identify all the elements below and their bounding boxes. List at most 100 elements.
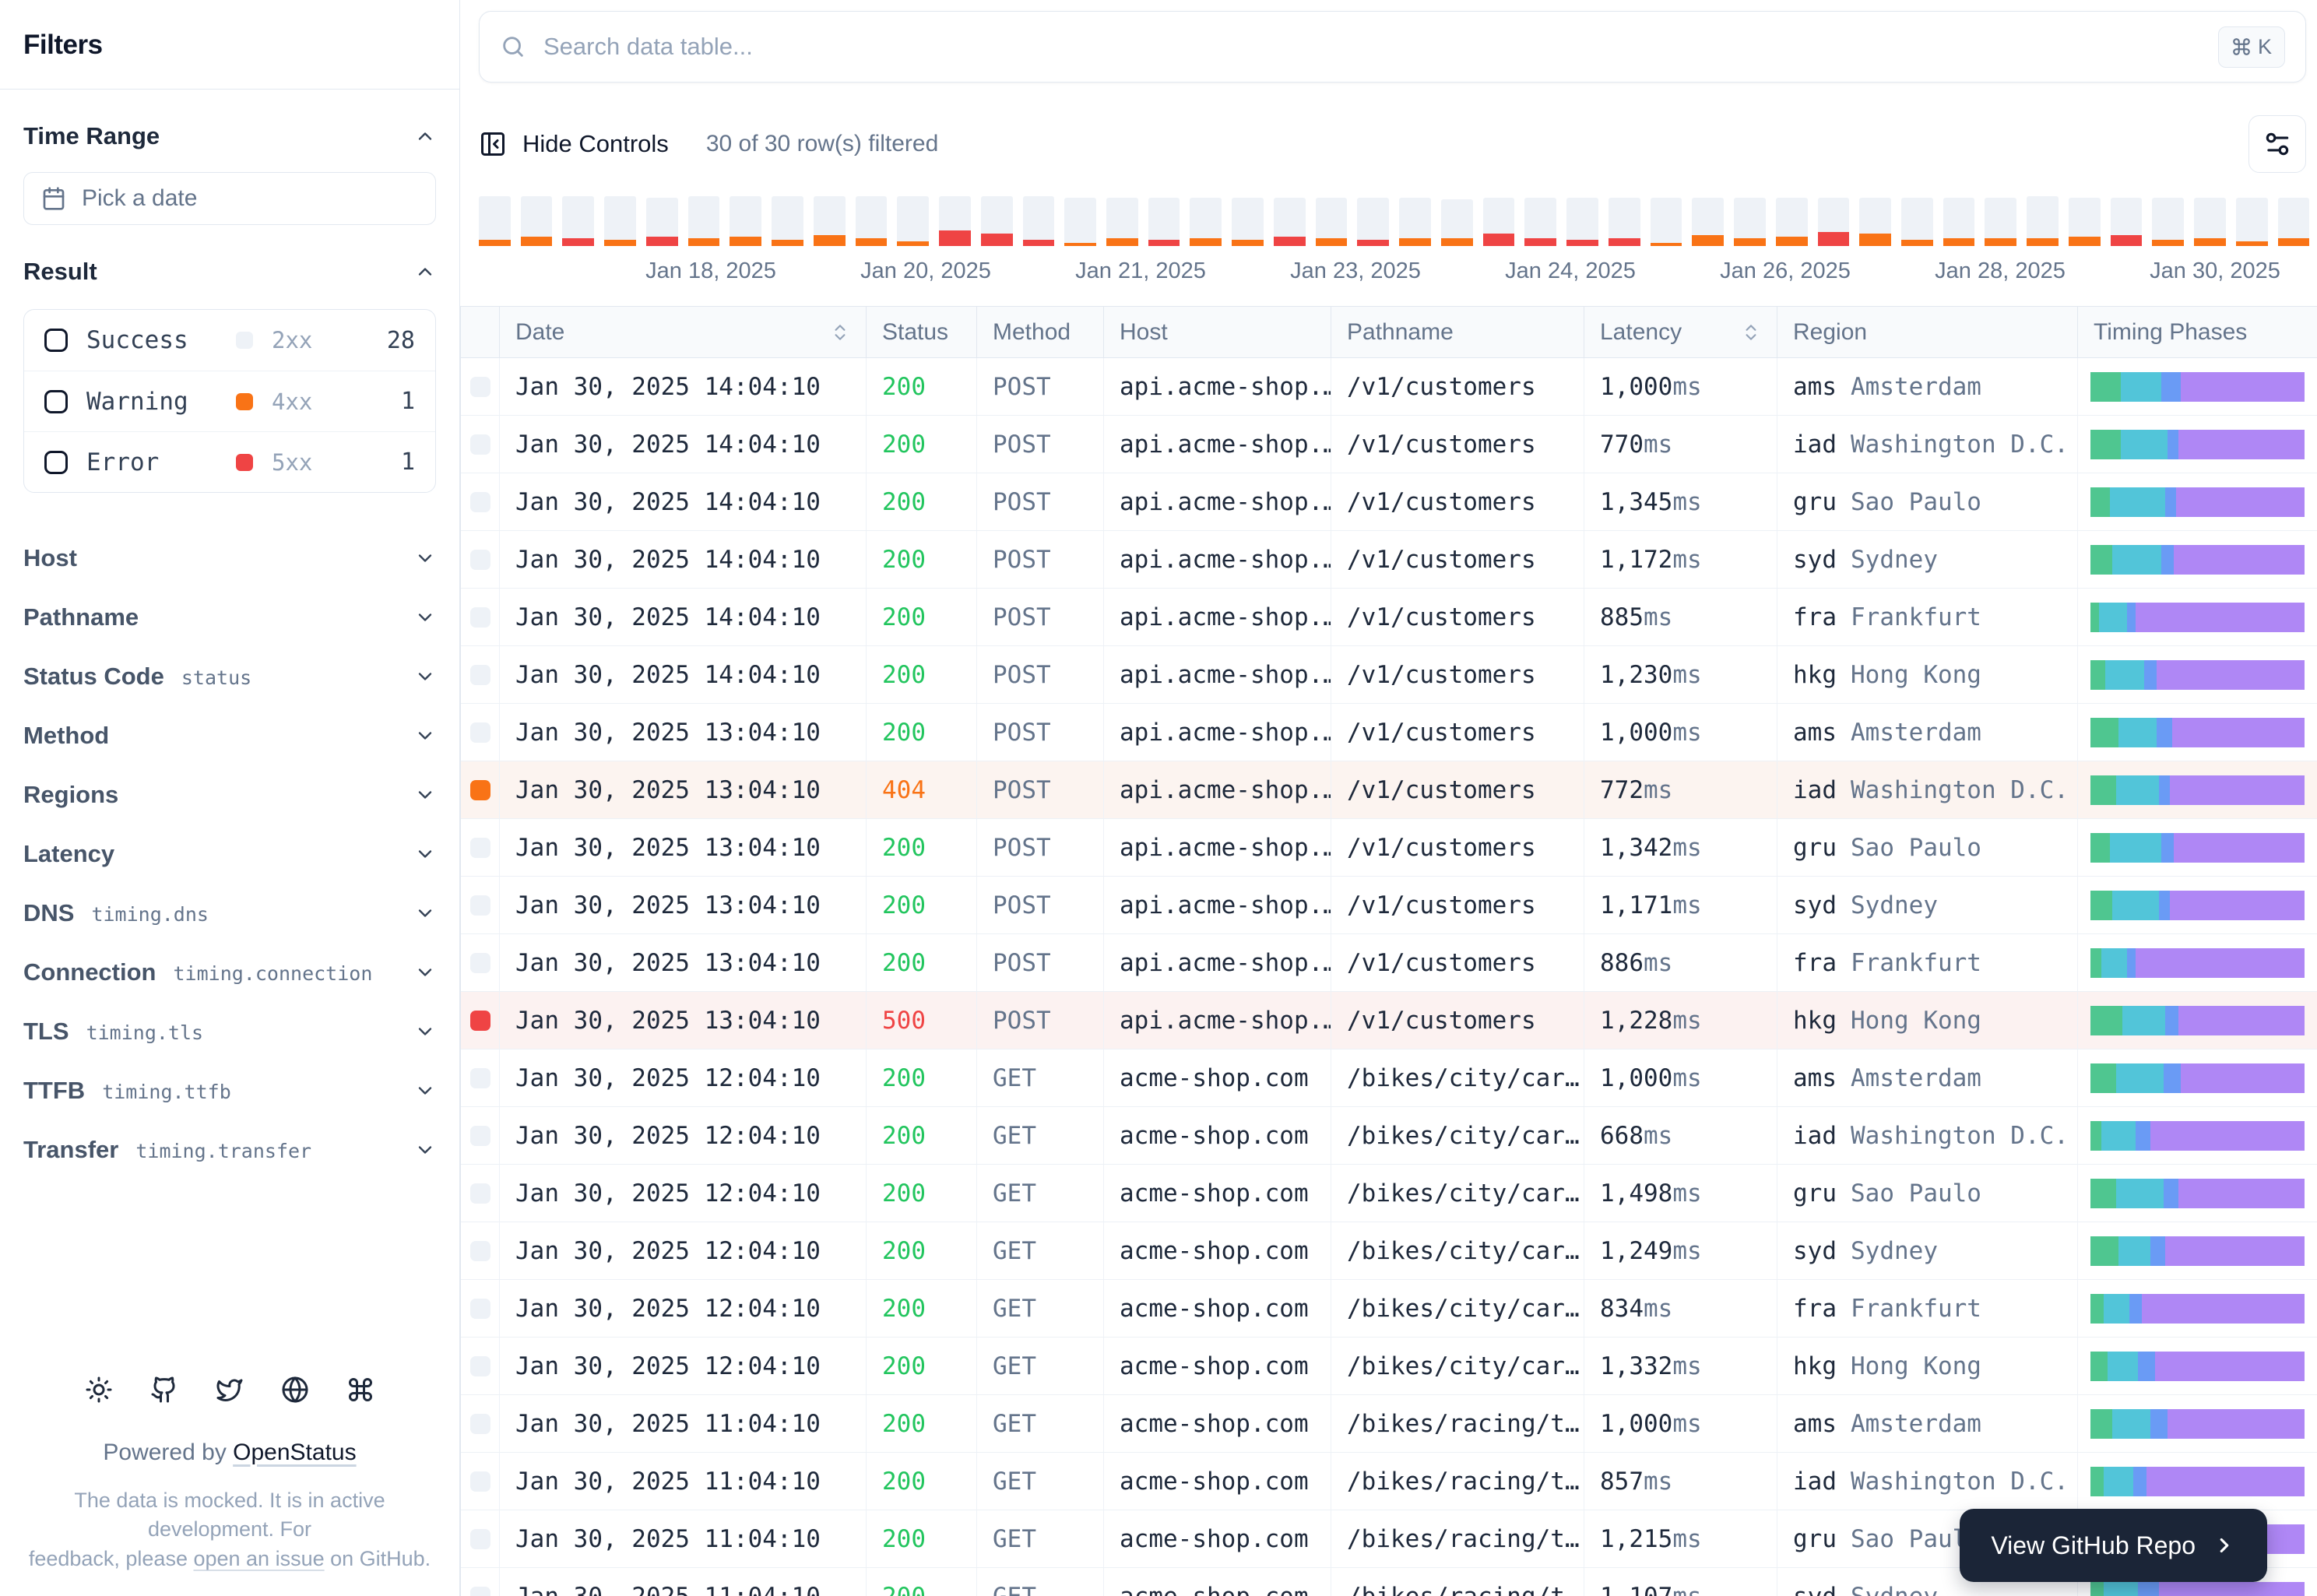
header-timing-phases[interactable]: Timing Phases — [2078, 307, 2317, 357]
row-level-indicator[interactable] — [469, 895, 490, 916]
histogram-bar[interactable] — [1315, 198, 1348, 246]
table-row[interactable]: Jan 30, 2025 13:04:10 200 POST api.acme-… — [461, 877, 2317, 934]
histogram-bar[interactable] — [479, 196, 511, 246]
histogram-bar[interactable] — [1650, 198, 1682, 246]
result-checkbox[interactable] — [44, 389, 68, 413]
histogram-bar[interactable] — [520, 196, 553, 246]
filter-accordion-item[interactable]: Regions — [23, 765, 436, 824]
histogram-bar[interactable] — [1482, 198, 1515, 246]
openstatus-link[interactable]: OpenStatus — [233, 1440, 356, 1465]
histogram-bar[interactable] — [1608, 198, 1640, 246]
row-level-indicator[interactable] — [469, 1010, 490, 1031]
row-level-indicator[interactable] — [469, 1298, 490, 1319]
header-method[interactable]: Method — [977, 307, 1104, 357]
date-picker-button[interactable]: Pick a date — [23, 172, 436, 225]
histogram-bar[interactable] — [1692, 198, 1725, 246]
filter-accordion-item[interactable]: Pathname — [23, 588, 436, 647]
row-level-indicator[interactable] — [469, 1471, 490, 1492]
histogram-bar[interactable] — [1524, 198, 1557, 246]
table-row[interactable]: Jan 30, 2025 12:04:10 200 GET acme-shop.… — [461, 1280, 2317, 1338]
histogram-bar[interactable] — [939, 196, 971, 246]
histogram-bar[interactable] — [2277, 198, 2310, 246]
table-row[interactable]: Jan 30, 2025 14:04:10 200 POST api.acme-… — [461, 646, 2317, 704]
github-icon[interactable] — [150, 1376, 178, 1404]
result-section-header[interactable]: Result — [23, 258, 436, 286]
filter-accordion-item[interactable]: Host — [23, 529, 436, 588]
row-level-indicator[interactable] — [469, 434, 490, 455]
histogram-bar[interactable] — [1734, 198, 1766, 246]
result-option[interactable]: Success 2xx 28 — [24, 310, 435, 371]
result-option[interactable]: Warning 4xx 1 — [24, 371, 435, 431]
header-pathname[interactable]: Pathname — [1331, 307, 1584, 357]
twitter-icon[interactable] — [216, 1376, 244, 1404]
histogram-bar[interactable] — [2235, 198, 2268, 246]
histogram-bar[interactable] — [730, 196, 762, 246]
table-row[interactable]: Jan 30, 2025 13:04:10 500 POST api.acme-… — [461, 992, 2317, 1049]
table-row[interactable]: Jan 30, 2025 12:04:10 200 GET acme-shop.… — [461, 1107, 2317, 1165]
table-row[interactable]: Jan 30, 2025 13:04:10 200 POST api.acme-… — [461, 704, 2317, 761]
table-row[interactable]: Jan 30, 2025 12:04:10 200 GET acme-shop.… — [461, 1338, 2317, 1395]
result-checkbox[interactable] — [44, 329, 68, 352]
globe-icon[interactable] — [281, 1376, 309, 1404]
row-level-indicator[interactable] — [469, 1183, 490, 1204]
table-row[interactable]: Jan 30, 2025 11:04:10 200 GET acme-shop.… — [461, 1453, 2317, 1510]
row-level-indicator[interactable] — [469, 1528, 490, 1549]
filter-accordion-item[interactable]: DNS timing.dns — [23, 884, 436, 943]
result-option[interactable]: Error 5xx 1 — [24, 431, 435, 492]
row-level-indicator[interactable] — [469, 606, 490, 628]
histogram-bar[interactable] — [1106, 198, 1138, 246]
histogram-bar[interactable] — [855, 196, 888, 246]
header-status[interactable]: Status — [867, 307, 977, 357]
row-level-indicator[interactable] — [469, 549, 490, 570]
table-row[interactable]: Jan 30, 2025 12:04:10 200 GET acme-shop.… — [461, 1165, 2317, 1222]
histogram-bar[interactable] — [2027, 196, 2059, 246]
histogram-bar[interactable] — [2110, 198, 2143, 246]
filter-accordion-item[interactable]: Transfer timing.transfer — [23, 1120, 436, 1179]
time-range-section-header[interactable]: Time Range — [23, 122, 436, 150]
table-row[interactable]: Jan 30, 2025 12:04:10 200 GET acme-shop.… — [461, 1049, 2317, 1107]
filter-accordion-item[interactable]: Connection timing.connection — [23, 943, 436, 1002]
table-row[interactable]: Jan 30, 2025 11:04:10 200 GET acme-shop.… — [461, 1395, 2317, 1453]
row-level-indicator[interactable] — [469, 1413, 490, 1434]
row-level-indicator[interactable] — [469, 1125, 490, 1146]
histogram-bar[interactable] — [813, 196, 846, 246]
view-github-repo-button[interactable]: View GitHub Repo — [1960, 1509, 2267, 1582]
header-latency[interactable]: Latency — [1584, 307, 1777, 357]
histogram-bar[interactable] — [687, 196, 720, 246]
row-level-indicator[interactable] — [469, 952, 490, 973]
histogram-bar[interactable] — [2152, 198, 2185, 246]
histogram-bar[interactable] — [1064, 198, 1097, 246]
row-level-indicator[interactable] — [469, 1067, 490, 1088]
histogram-bar[interactable] — [1022, 196, 1055, 246]
histogram-bar[interactable] — [1440, 199, 1473, 246]
histogram-bar[interactable] — [604, 196, 636, 246]
row-level-indicator[interactable] — [469, 1240, 490, 1261]
row-level-indicator[interactable] — [469, 722, 490, 743]
histogram-bar[interactable] — [897, 196, 930, 246]
search-input[interactable]: Search data table... K — [479, 11, 2306, 83]
histogram-bar[interactable] — [1817, 198, 1850, 246]
row-level-indicator[interactable] — [469, 837, 490, 858]
histogram-bar[interactable] — [1148, 198, 1180, 246]
row-level-indicator[interactable] — [469, 1586, 490, 1596]
table-row[interactable]: Jan 30, 2025 14:04:10 200 POST api.acme-… — [461, 358, 2317, 416]
result-checkbox[interactable] — [44, 450, 68, 474]
header-host[interactable]: Host — [1104, 307, 1331, 357]
table-row[interactable]: Jan 30, 2025 12:04:10 200 GET acme-shop.… — [461, 1222, 2317, 1280]
command-icon[interactable] — [346, 1376, 374, 1404]
table-row[interactable]: Jan 30, 2025 14:04:10 200 POST api.acme-… — [461, 473, 2317, 531]
table-row[interactable]: Jan 30, 2025 14:04:10 200 POST api.acme-… — [461, 589, 2317, 646]
row-level-indicator[interactable] — [469, 1355, 490, 1376]
sun-icon[interactable] — [85, 1376, 113, 1404]
histogram-bar[interactable] — [1357, 198, 1390, 246]
histogram-bar[interactable] — [1943, 198, 1975, 246]
histogram-bar[interactable] — [980, 196, 1013, 246]
hide-controls-button[interactable]: Hide Controls — [479, 130, 669, 158]
histogram-bar[interactable] — [1190, 198, 1222, 246]
filter-accordion-item[interactable]: TTFB timing.ttfb — [23, 1061, 436, 1120]
histogram-bar[interactable] — [1900, 198, 1933, 246]
histogram-bar[interactable] — [645, 198, 678, 246]
histogram-bar[interactable] — [1399, 198, 1431, 246]
histogram-bar[interactable] — [1566, 198, 1598, 246]
histogram-bar[interactable] — [2068, 198, 2101, 246]
